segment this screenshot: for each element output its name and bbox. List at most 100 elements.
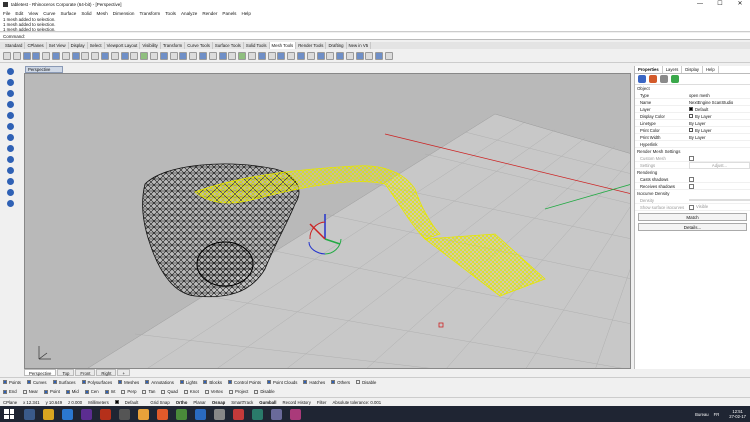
prop-row-layer[interactable]: Layer Default xyxy=(635,106,750,113)
mesh-plane-icon[interactable] xyxy=(32,51,41,60)
osnap-point[interactable]: Point xyxy=(43,389,60,394)
tab-render-tools[interactable]: Render Tools xyxy=(296,42,327,49)
mesh-smooth-icon[interactable] xyxy=(169,51,178,60)
mesh-explode-icon[interactable] xyxy=(100,51,109,60)
mesh-check-icon[interactable] xyxy=(238,51,247,60)
texture-mapping-icon[interactable] xyxy=(660,75,668,83)
store-icon[interactable] xyxy=(81,408,92,420)
menu-edit[interactable]: Edit xyxy=(15,11,23,16)
tab-curve-tools[interactable]: Curve Tools xyxy=(185,42,213,49)
object-properties-icon[interactable] xyxy=(638,75,646,83)
mesh-collapse-icon[interactable] xyxy=(306,51,315,60)
mesh-extract-icon[interactable] xyxy=(247,51,256,60)
cone-icon[interactable] xyxy=(7,123,14,130)
tab-help[interactable]: Help xyxy=(703,66,719,73)
mesh-shrinkwrap-icon[interactable] xyxy=(355,51,364,60)
match-button[interactable]: Match xyxy=(638,213,747,221)
filter-points[interactable]: Points xyxy=(3,380,21,385)
tab-viewport-layout[interactable]: Viewport Layout xyxy=(105,42,141,49)
filter-surfaces[interactable]: Surfaces xyxy=(52,380,76,385)
filter-blocks[interactable]: Blocks xyxy=(203,380,222,385)
tab-solid-tools[interactable]: Solid Tools xyxy=(244,42,270,49)
prop-row-display-color[interactable]: Display Color By Layer xyxy=(635,113,750,120)
toggle-planar[interactable]: Planar xyxy=(193,400,205,405)
filter-hatches[interactable]: Hatches xyxy=(303,380,325,385)
wrench-icon[interactable] xyxy=(12,51,21,60)
viewport-tab-top[interactable]: Top xyxy=(57,369,75,376)
perspective-viewport[interactable] xyxy=(24,73,631,369)
receives-shadows-row[interactable]: Receives shadows xyxy=(635,183,750,190)
osnap-perp[interactable]: Perp xyxy=(121,389,136,394)
mesh-swap-edge-icon[interactable] xyxy=(316,51,325,60)
menu-panels[interactable]: Panels xyxy=(222,11,236,16)
mesh-dense-icon[interactable] xyxy=(365,51,374,60)
mesh-offset-icon[interactable] xyxy=(149,51,158,60)
details-button[interactable]: Details... xyxy=(638,223,747,231)
osnap-project[interactable]: Project xyxy=(228,389,248,394)
menu-file[interactable]: File xyxy=(3,11,10,16)
adjust-button[interactable]: Adjust... xyxy=(689,161,750,169)
tab-layers[interactable]: Layers xyxy=(663,66,683,73)
minimize-button[interactable]: — xyxy=(690,0,710,9)
mesh-box-icon[interactable] xyxy=(22,51,31,60)
excel-icon[interactable] xyxy=(252,408,263,420)
filter-meshes[interactable]: Meshes xyxy=(118,380,139,385)
filter-control-points[interactable]: Control Points xyxy=(228,380,261,385)
pipe-icon[interactable] xyxy=(7,167,14,174)
file-explorer-icon[interactable] xyxy=(43,408,54,420)
tab-drafting[interactable]: Drafting xyxy=(326,42,347,49)
tab-surface-tools[interactable]: Surface Tools xyxy=(213,42,244,49)
mesh-torus-icon[interactable] xyxy=(81,51,90,60)
status-cplane[interactable]: CPlane xyxy=(3,400,17,405)
add-viewport-tab-button[interactable]: + xyxy=(117,369,130,376)
mesh-grid-icon[interactable] xyxy=(42,51,51,60)
mesh-unify-normals-icon[interactable] xyxy=(189,51,198,60)
tab-new-in-v5[interactable]: New in V5 xyxy=(347,42,372,49)
tab-standard[interactable]: Standard xyxy=(3,42,26,49)
command-line[interactable]: Command: xyxy=(0,33,750,40)
calculator-icon[interactable] xyxy=(214,408,225,420)
toggle-osnap[interactable]: Osnap xyxy=(212,400,225,405)
filter-curves[interactable]: Curves xyxy=(26,380,47,385)
osnap-disable[interactable]: Disable xyxy=(254,389,275,394)
cylinder-icon[interactable] xyxy=(7,112,14,119)
tab-cplanes[interactable]: CPlanes xyxy=(25,42,47,49)
onenote-icon[interactable] xyxy=(271,408,282,420)
viewport-tab-right[interactable]: Right xyxy=(96,369,117,376)
prop-row-print-color[interactable]: Print Color By Layer xyxy=(635,127,750,134)
menu-mesh[interactable]: Mesh xyxy=(97,11,108,16)
tab-set-view[interactable]: Set View xyxy=(47,42,69,49)
tab-mesh-tools[interactable]: Mesh Tools xyxy=(269,42,297,49)
menu-analyze[interactable]: Analyze xyxy=(181,11,197,16)
task-view-icon[interactable] xyxy=(24,408,35,420)
filter-disable[interactable]: Disable xyxy=(356,380,376,385)
toggle-record-history[interactable]: Record History xyxy=(282,400,310,405)
osnap-knot[interactable]: Knot xyxy=(183,389,199,394)
receives-shadows-checkbox[interactable] xyxy=(689,183,694,189)
filter-point-clouds[interactable]: Point Clouds xyxy=(267,380,297,385)
box-icon[interactable] xyxy=(7,101,14,108)
language-indicator[interactable]: FR xyxy=(714,412,720,417)
move-icon[interactable] xyxy=(7,189,14,196)
close-button[interactable]: ✕ xyxy=(730,0,750,9)
command-history[interactable]: 1 mesh added to selection. 1 mesh added … xyxy=(0,17,750,32)
rhino-taskbar-icon[interactable] xyxy=(119,408,130,420)
mesh-sphere-icon[interactable] xyxy=(51,51,60,60)
sphere-icon[interactable] xyxy=(7,134,14,141)
menu-view[interactable]: View xyxy=(28,11,38,16)
mesh-patch-icon[interactable] xyxy=(257,51,266,60)
mesh-to-nurbs-icon[interactable] xyxy=(277,51,286,60)
mesh-cylinder-icon[interactable] xyxy=(61,51,70,60)
windows-start-icon[interactable] xyxy=(4,409,14,419)
edge-browser-icon[interactable] xyxy=(62,408,73,420)
menu-solid[interactable]: Solid xyxy=(81,11,91,16)
line-icon[interactable] xyxy=(7,90,14,97)
prop-row-print-width[interactable]: Print Width By Layer xyxy=(635,134,750,141)
mesh-boolean-icon[interactable] xyxy=(140,51,149,60)
density-input[interactable] xyxy=(689,199,750,201)
casts-shadows-row[interactable]: Casts shadows xyxy=(635,176,750,183)
tab-display[interactable]: Display xyxy=(682,66,704,73)
mail-icon[interactable] xyxy=(290,408,301,420)
prop-row-hyperlink[interactable]: Hyperlink xyxy=(635,141,750,148)
viewport-canvas[interactable] xyxy=(25,74,631,369)
